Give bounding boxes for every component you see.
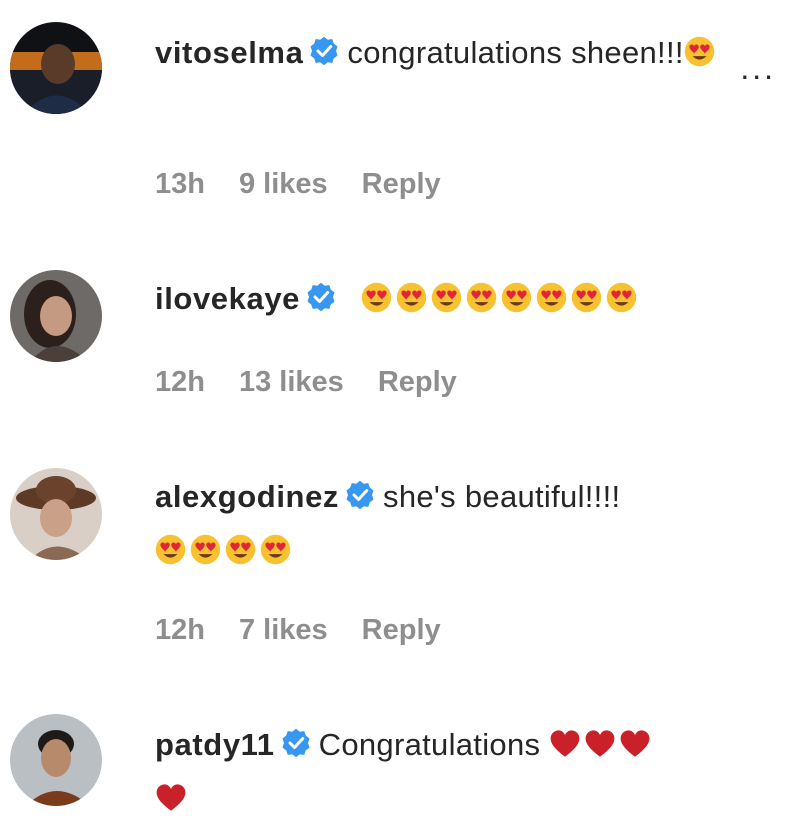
avatar[interactable] [10,270,102,362]
heart-eyes-emoji-icon [571,282,602,313]
reply-button[interactable]: Reply [378,366,457,399]
comment-body: alexgodinez she's beautiful!!!! [155,470,745,578]
reply-button[interactable]: Reply [362,168,441,201]
comment-time: 12h [155,614,205,646]
comment-meta: 13h 9 likes Reply [155,168,441,201]
comment-meta: 12h 13 likes Reply [155,366,457,399]
verified-badge-icon [309,36,339,66]
likes-count[interactable]: 13 likes [239,366,344,399]
comment-body: vitoselma congratulations sheen!!! [155,26,745,80]
comment-meta: 12h 7 likes Reply [155,614,441,647]
verified-badge-icon [281,728,311,758]
heart-eyes-emoji-icon [155,534,186,565]
avatar[interactable] [10,468,102,560]
red-heart-icon [155,783,187,813]
comment-body: ilovekaye [155,272,745,326]
reply-button[interactable]: Reply [362,614,441,647]
comment-text: congratulations sheen!!! [347,35,684,70]
heart-eyes-emoji-icon [190,534,221,565]
heart-eyes-emoji-icon [260,534,291,565]
heart-eyes-emoji-icon [606,282,637,313]
heart-eyes-emoji-icon [466,282,497,313]
verified-badge-icon [306,282,336,312]
red-heart-icon [549,729,581,759]
red-heart-icon [584,729,616,759]
username[interactable]: vitoselma [155,35,303,70]
heart-eyes-emoji-icon [536,282,567,313]
heart-eyes-emoji-icon [396,282,427,313]
verified-badge-icon [345,480,375,510]
heart-eyes-emoji-icon [684,36,715,67]
heart-eyes-emoji-icon [361,282,392,313]
heart-eyes-emoji-icon [225,534,256,565]
comment-text: Congratulations [318,727,541,762]
likes-count[interactable]: 7 likes [239,614,328,647]
likes-count[interactable]: 9 likes [239,168,328,201]
heart-eyes-emoji-icon [501,282,532,313]
username[interactable]: patdy11 [155,727,275,762]
more-options-button[interactable]: ... [740,52,776,84]
avatar[interactable] [10,714,102,806]
username[interactable]: alexgodinez [155,479,339,514]
heart-eyes-emoji-icon [431,282,462,313]
comment-time: 13h [155,168,205,200]
red-heart-icon [619,729,651,759]
comment-time: 12h [155,366,205,398]
avatar[interactable] [10,22,102,114]
comment-text: she's beautiful!!!! [383,479,621,514]
comment-body: patdy11 Congratulations [155,718,745,826]
username[interactable]: ilovekaye [155,281,300,316]
